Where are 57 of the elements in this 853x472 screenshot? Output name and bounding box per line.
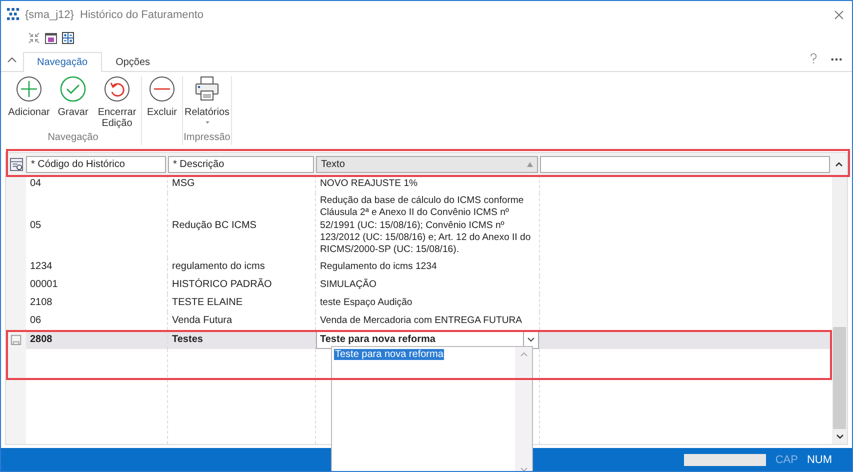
- column-header[interactable]: Texto: [316, 156, 538, 172]
- ribbon-button[interactable]: Relatórios: [183, 76, 231, 132]
- ribbon-tab[interactable]: Navegação: [23, 52, 102, 72]
- check-circle-icon: [60, 76, 86, 102]
- key-indicator: NUM: [806, 454, 832, 466]
- help-icon[interactable]: [810, 53, 817, 64]
- row-header[interactable]: [6, 349, 26, 444]
- table-cell: 2108: [26, 294, 168, 312]
- ribbon-button[interactable]: Adicionar: [5, 76, 53, 132]
- table-cell: Redução BC ICMS: [168, 193, 316, 258]
- table-cell: 04: [26, 175, 168, 193]
- scroll-down-icon[interactable]: [836, 434, 844, 439]
- table-cell: NOVO REAJUSTE 1%: [316, 175, 540, 193]
- table-cell: Venda de Mercadoria com ENTREGA FUTURA: [316, 312, 540, 330]
- group-label: Impressão: [184, 132, 230, 145]
- column-header[interactable]: * Código do Histórico: [26, 156, 166, 172]
- filter-field[interactable]: [540, 156, 830, 172]
- table-cell: regulamento do icms: [168, 258, 316, 276]
- undo-circle-icon: [104, 76, 130, 102]
- more-icon[interactable]: [831, 58, 842, 61]
- scrollbar[interactable]: [832, 175, 847, 444]
- table-cell: SIMULAÇÃO: [316, 276, 540, 294]
- printer-icon: [194, 76, 220, 102]
- group-label: Navegação: [48, 132, 98, 145]
- table-cell: MSG: [168, 175, 316, 193]
- table-cell: Regulamento do icms 1234: [316, 258, 540, 276]
- grid-settings-icon[interactable]: [10, 158, 22, 170]
- table-cell: 1234: [26, 258, 168, 276]
- plus-circle-icon: [16, 76, 42, 102]
- table-cell: 00001: [26, 276, 168, 294]
- scroll-up-icon[interactable]: [834, 162, 842, 166]
- table-cell: 2808: [26, 330, 168, 350]
- dropdown-option[interactable]: Teste para nova reforma: [334, 349, 444, 360]
- key-indicator: CAP: [775, 454, 798, 466]
- calculator-icon[interactable]: [62, 32, 74, 44]
- chevron-down-icon: [527, 337, 535, 342]
- table-cell: teste Espaço Audição: [316, 294, 540, 312]
- row-header[interactable]: [6, 312, 26, 330]
- collapse-arrows-icon[interactable]: [28, 32, 40, 44]
- ribbon-button[interactable]: Gravar: [53, 76, 93, 132]
- collapse-ribbon-icon[interactable]: [7, 57, 17, 63]
- app-logo-icon: [7, 8, 20, 21]
- minus-circle-icon: [149, 76, 175, 102]
- close-icon[interactable]: [834, 10, 844, 20]
- table-cell: TESTE ELAINE: [168, 294, 316, 312]
- table-cell: Venda Futura: [168, 312, 316, 330]
- column-header[interactable]: * Descrição: [168, 156, 314, 172]
- table-cell: Redução da base de cálculo do ICMS conforme Cláusula 2ª e Anexo II do Convênio ICMS nº 52/1991 (UC: 15/08/16); Convênio ICMS nº 123/2012 (UC: 15/08/16) e; Art. 12 do Anexo II do RICMS/2000-SP (UC: 15/08/16).: [316, 193, 540, 258]
- ribbon-button[interactable]: Excluir: [142, 76, 182, 145]
- table-cell: HISTÓRICO PADRÃO: [168, 276, 316, 294]
- ribbon-tab[interactable]: Opções: [102, 52, 164, 72]
- table-cell: 06: [26, 312, 168, 330]
- table-cell: 05: [26, 193, 168, 258]
- row-edit-icon: [10, 334, 22, 346]
- calendar-icon[interactable]: [45, 32, 57, 44]
- ribbon-button[interactable]: Encerrar Edição: [93, 76, 141, 132]
- window-title: {sma_j12} Histórico do Faturamento: [25, 8, 204, 20]
